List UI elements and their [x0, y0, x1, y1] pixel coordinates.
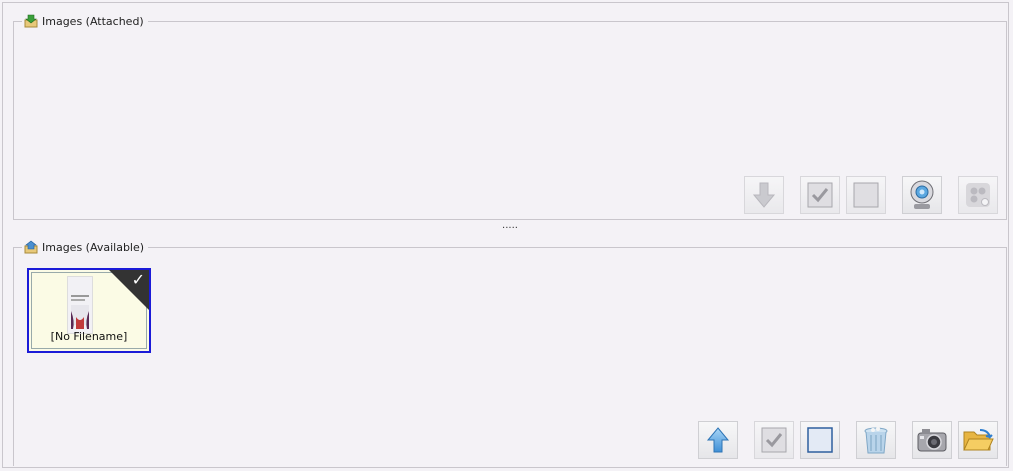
attached-images-title: Images (Attached) — [42, 14, 144, 28]
inbox-download-icon — [24, 14, 38, 28]
scanner-button[interactable] — [958, 176, 998, 214]
select-all-available-button[interactable] — [754, 421, 794, 459]
image-thumbnail[interactable]: [No Filename] ✓ — [27, 268, 151, 353]
arrow-down-icon — [752, 182, 776, 208]
deselect-all-button[interactable] — [846, 176, 886, 214]
document-preview-icon — [68, 277, 92, 333]
inbox-upload-icon — [24, 240, 38, 254]
move-down-button[interactable] — [744, 176, 784, 214]
camera-button[interactable] — [912, 421, 952, 459]
checkbox-checked-icon — [807, 182, 833, 208]
scanner-icon — [966, 183, 990, 207]
webcam-icon — [910, 180, 934, 209]
arrow-up-icon — [706, 427, 730, 453]
select-all-button[interactable] — [800, 176, 840, 214]
checkbox-checked-icon — [761, 427, 787, 453]
thumbnail-image — [67, 276, 93, 334]
trash-icon — [864, 427, 888, 454]
open-folder-button[interactable] — [958, 421, 998, 459]
move-up-button[interactable] — [698, 421, 738, 459]
available-images-title: Images (Available) — [42, 240, 145, 254]
available-images-legend: Images (Available) — [22, 238, 149, 256]
deselect-all-available-button[interactable] — [800, 421, 840, 459]
panel-splitter[interactable]: ..... — [500, 220, 520, 231]
checkbox-empty-icon — [807, 427, 833, 453]
delete-button[interactable] — [856, 421, 896, 459]
webcam-button[interactable] — [902, 176, 942, 214]
folder-open-icon — [963, 429, 994, 451]
thumbnail-label: [No Filename] — [50, 330, 128, 343]
attached-images-legend: Images (Attached) — [22, 12, 148, 30]
checkmark-icon: ✓ — [131, 270, 145, 289]
camera-icon — [917, 429, 947, 452]
checkbox-empty-icon — [853, 182, 879, 208]
splitter-grip: ..... — [502, 220, 518, 231]
